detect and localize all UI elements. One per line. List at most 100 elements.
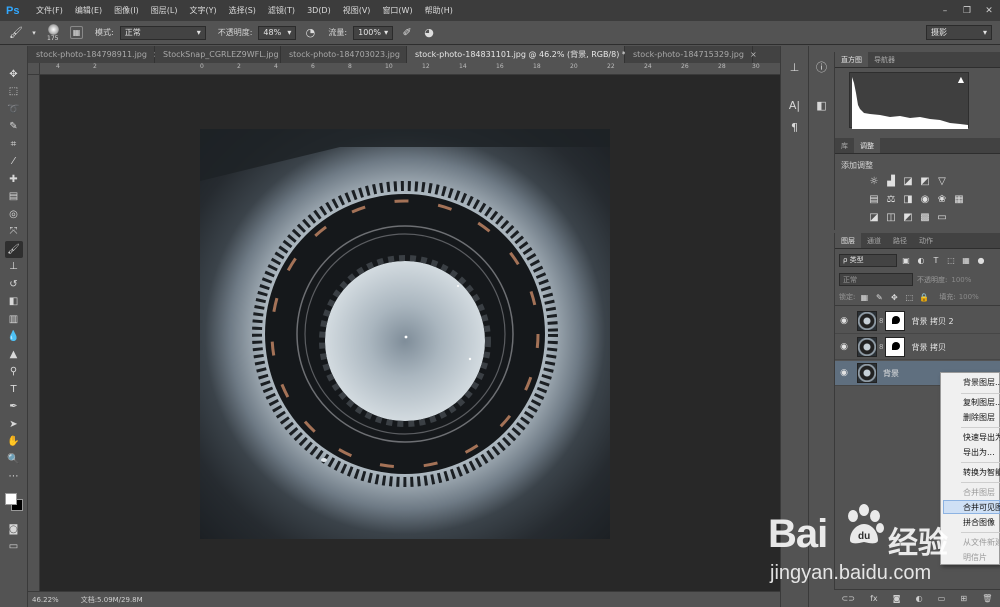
shape-filter-icon[interactable]: ⬚ xyxy=(945,254,957,266)
smart-object-filter-icon[interactable]: ▦ xyxy=(960,254,972,266)
crop-tool-icon[interactable]: ⌗ xyxy=(5,136,23,153)
menu-filter[interactable]: 滤镜(T) xyxy=(262,5,301,16)
close-icon[interactable]: × xyxy=(750,50,757,59)
layer-thumbnail[interactable] xyxy=(857,311,877,331)
eraser-tool-icon[interactable]: ◧ xyxy=(5,294,23,311)
ruler-origin[interactable] xyxy=(28,63,40,75)
gradient-map-icon[interactable]: ▭ xyxy=(935,210,949,224)
lock-position-icon[interactable]: ✥ xyxy=(888,291,900,303)
quick-mask-icon[interactable]: ◙ xyxy=(5,521,23,538)
document-tab[interactable]: stock-photo-184703023.jpg × xyxy=(281,46,413,63)
airbrush-icon[interactable]: ✐ xyxy=(399,25,415,41)
tab-paths[interactable]: 路径 xyxy=(887,233,913,248)
link-icon[interactable]: 8 xyxy=(879,343,883,351)
opacity-field[interactable]: 48% ▾ xyxy=(258,25,297,40)
menu-item-background-layer[interactable]: 背景图层... xyxy=(963,377,1000,388)
layer-name[interactable]: 背景 xyxy=(883,368,899,379)
menu-select[interactable]: 选择(S) xyxy=(223,5,262,16)
menu-item-merge-visible[interactable]: 合并可见图 xyxy=(963,502,1000,513)
color-lookup-icon[interactable]: ▦ xyxy=(952,192,966,206)
new-group-icon[interactable]: ▭ xyxy=(938,594,946,603)
ruler-tool-icon[interactable]: ▤ xyxy=(5,189,23,206)
warning-icon[interactable]: ▲ xyxy=(958,75,964,84)
exposure-icon[interactable]: ◩ xyxy=(918,174,932,188)
3d-tool-icon[interactable]: ◎ xyxy=(5,206,23,223)
document-tab[interactable]: StockSnap_CGRLEZ9WFL.jpg × xyxy=(155,46,291,63)
channel-mixer-icon[interactable]: ❀ xyxy=(935,192,949,206)
invert-icon[interactable]: ◪ xyxy=(867,210,881,224)
menu-layer[interactable]: 图层(L) xyxy=(145,5,184,16)
lock-all-icon[interactable]: 🔒 xyxy=(918,291,930,303)
type-tool-icon[interactable]: T xyxy=(5,381,23,398)
layer-row[interactable]: ◉ 8 背景 拷贝 xyxy=(835,335,1000,360)
document-tab-active[interactable]: stock-photo-184831101.jpg @ 46.2% (背景, R… xyxy=(407,46,639,63)
link-icon[interactable]: 8 xyxy=(879,317,883,325)
artboard-lock-icon[interactable]: ⬚ xyxy=(903,291,915,303)
color-balance-icon[interactable]: ⚖ xyxy=(884,192,898,206)
menu-edit[interactable]: 编辑(E) xyxy=(69,5,108,16)
layer-name[interactable]: 背景 拷贝 2 xyxy=(911,316,953,327)
layer-mask-thumbnail[interactable] xyxy=(885,311,906,331)
menu-view[interactable]: 视图(V) xyxy=(337,5,377,16)
layer-filter-select[interactable]: ρ 类型 xyxy=(839,253,897,267)
levels-icon[interactable]: ▟ xyxy=(884,174,898,188)
quick-select-tool-icon[interactable]: ✎ xyxy=(5,119,23,136)
workspace-select[interactable]: 摄影 ▾ xyxy=(926,25,992,40)
dodge-tool-icon[interactable]: ▲ xyxy=(5,346,23,363)
canvas-area[interactable] xyxy=(40,75,780,591)
screen-mode-icon[interactable]: ▭ xyxy=(5,539,23,556)
info-icon[interactable]: ⓘ xyxy=(812,58,832,76)
hand-tool-icon[interactable]: ✋ xyxy=(5,434,23,451)
eyedropper-tool-icon[interactable]: ⁄ xyxy=(5,154,23,171)
menu-item-quick-export[interactable]: 快速导出为 xyxy=(963,432,1000,443)
zoom-tool-icon[interactable]: 🔍 xyxy=(5,451,23,468)
menu-window[interactable]: 窗口(W) xyxy=(376,5,418,16)
menu-3d[interactable]: 3D(D) xyxy=(301,6,337,15)
layer-style-icon[interactable]: fx xyxy=(870,594,878,603)
posterize-icon[interactable]: ◫ xyxy=(884,210,898,224)
document-tab[interactable]: stock-photo-184715329.jpg × xyxy=(625,46,757,63)
lock-pixels-icon[interactable]: ✎ xyxy=(873,291,885,303)
document-size[interactable]: 文档:5.09M/29.8M xyxy=(81,595,143,605)
brush-preset-picker[interactable]: 175 xyxy=(44,23,64,43)
tab-libraries[interactable]: 库 xyxy=(835,138,854,153)
new-adjustment-icon[interactable]: ◐ xyxy=(916,594,923,603)
paragraph-panel-icon[interactable]: ¶ xyxy=(785,118,805,136)
chevron-down-icon[interactable]: ▾ xyxy=(30,25,38,41)
brush-panel-toggle-icon[interactable]: ▦ xyxy=(70,26,83,39)
history-brush-tool-icon[interactable]: ↺ xyxy=(5,276,23,293)
vibrance-icon[interactable]: ▽ xyxy=(935,174,949,188)
more-tools-icon[interactable]: ⋯ xyxy=(5,469,23,486)
add-mask-icon[interactable]: ◙ xyxy=(893,594,901,603)
healing-brush-tool-icon[interactable]: ✚ xyxy=(5,171,23,188)
brush-tool-icon[interactable]: 🖌 xyxy=(4,241,23,258)
marquee-tool-icon[interactable]: ⬚ xyxy=(5,84,23,101)
minimize-button[interactable]: – xyxy=(934,0,956,21)
layer-row[interactable]: ◉ 8 背景 拷贝 2 xyxy=(835,309,1000,334)
threshold-icon[interactable]: ◩ xyxy=(901,210,915,224)
menu-item-duplicate-layer[interactable]: 复制图层... xyxy=(963,397,1000,408)
flow-field[interactable]: 100% ▾ xyxy=(353,25,394,40)
menu-help[interactable]: 帮助(H) xyxy=(419,5,459,16)
tab-actions[interactable]: 动作 xyxy=(913,233,939,248)
layer-thumbnail[interactable] xyxy=(857,363,877,383)
trash-icon[interactable]: 🗑 xyxy=(982,594,992,603)
path-select-tool-icon[interactable]: ➤ xyxy=(5,416,23,433)
layer-name[interactable]: 背景 拷贝 xyxy=(911,342,946,353)
foreground-color-swatch[interactable] xyxy=(4,493,17,505)
tab-adjustments[interactable]: 调整 xyxy=(854,138,880,153)
selective-color-icon[interactable]: ▩ xyxy=(918,210,932,224)
lasso-tool-icon[interactable]: ➰ xyxy=(5,101,23,118)
clone-stamp-tool-icon[interactable]: ⊥ xyxy=(5,259,23,276)
restore-button[interactable]: ❐ xyxy=(956,0,978,21)
pressure-opacity-icon[interactable]: ◔ xyxy=(302,25,318,41)
menu-item-export-as[interactable]: 导出为... xyxy=(963,447,995,458)
pressure-size-icon[interactable]: ◕ xyxy=(421,25,437,41)
properties-panel-icon[interactable]: ◧ xyxy=(812,96,832,114)
document-image[interactable] xyxy=(200,129,610,539)
new-layer-icon[interactable]: ⊞ xyxy=(960,594,967,603)
link-layers-icon[interactable]: ⊂⊃ xyxy=(842,594,855,603)
brightness-icon[interactable]: ☼ xyxy=(867,174,881,188)
tab-channels[interactable]: 通道 xyxy=(861,233,887,248)
clone-source-icon[interactable]: ⊥ xyxy=(785,58,805,76)
